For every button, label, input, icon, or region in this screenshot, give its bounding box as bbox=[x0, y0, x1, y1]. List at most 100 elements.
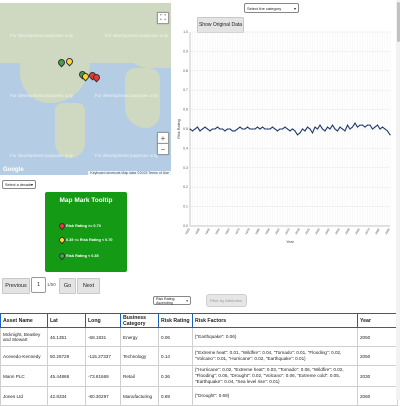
x-tick-label: 2050 bbox=[334, 227, 341, 235]
data-point bbox=[389, 134, 391, 136]
x-tick-label: 2018 bbox=[294, 227, 301, 235]
data-point bbox=[194, 128, 196, 130]
data-point bbox=[299, 132, 301, 134]
x-tick-label: 2074 bbox=[364, 227, 371, 235]
data-point bbox=[211, 128, 214, 130]
data-point bbox=[386, 130, 389, 132]
table-cell: Jones Ltd bbox=[0, 386, 48, 406]
go-button[interactable]: Go bbox=[59, 278, 76, 294]
data-point bbox=[296, 134, 299, 136]
data-point bbox=[356, 126, 359, 128]
y-tick-label: 0.1 bbox=[183, 205, 188, 209]
data-point bbox=[196, 126, 199, 128]
table-cell: -115.27337 bbox=[85, 346, 121, 366]
zoom-out-button[interactable]: − bbox=[157, 143, 169, 155]
next-button[interactable]: Next bbox=[77, 278, 100, 294]
sort-select[interactable]: Risk Rating: Ascending ▾ bbox=[153, 296, 191, 305]
data-point bbox=[234, 130, 236, 132]
y-tick-label: 0.6 bbox=[183, 108, 188, 112]
category-select[interactable]: Select the category ▾ bbox=[244, 3, 299, 13]
x-tick-label: 2034 bbox=[314, 227, 321, 235]
y-axis-label: Risk Rating bbox=[177, 119, 181, 138]
page-count: 1/50 bbox=[47, 282, 56, 287]
map-marker-icon[interactable] bbox=[91, 72, 102, 83]
table-cell: 0.69 bbox=[158, 386, 193, 406]
map-dev-text: For development purposes only bbox=[105, 33, 169, 38]
data-point bbox=[219, 128, 221, 130]
data-point bbox=[329, 128, 331, 130]
data-point bbox=[384, 128, 386, 130]
category-select-label: Select the category bbox=[247, 5, 282, 11]
scrollbar-thumb[interactable] bbox=[396, 2, 400, 42]
table-row[interactable]: Mcknight, Beasley and Stewart 46.1351 -6… bbox=[0, 327, 398, 347]
data-point bbox=[331, 124, 334, 126]
table-cell: Retail bbox=[120, 365, 159, 387]
map-view[interactable]: For development purposes only For develo… bbox=[0, 3, 171, 175]
decade-select[interactable]: Select a decade ▾ bbox=[2, 180, 36, 189]
table-cell: 2060 bbox=[357, 386, 398, 406]
data-point bbox=[224, 130, 226, 132]
page-scrollbar[interactable] bbox=[396, 0, 400, 400]
table-cell: 46.1351 bbox=[47, 327, 86, 347]
x-tick-label: 2066 bbox=[354, 227, 361, 235]
page-number-input[interactable]: 1 bbox=[31, 277, 46, 293]
table-row[interactable]: Mann PLC 45.44868 -73.81669 Retail 0.36 … bbox=[0, 365, 398, 387]
map-dev-text: For development purposes only bbox=[95, 93, 159, 98]
data-point bbox=[294, 130, 296, 132]
data-point bbox=[276, 130, 279, 132]
data-point bbox=[344, 130, 346, 132]
data-point bbox=[254, 128, 256, 130]
x-tick-label: 1930 bbox=[184, 227, 191, 235]
data-point bbox=[209, 130, 211, 132]
x-tick-label: 1994 bbox=[264, 227, 271, 235]
data-point bbox=[336, 130, 339, 132]
table-cell: -68.1831 bbox=[85, 327, 121, 347]
column-header[interactable]: Asset Name bbox=[0, 313, 48, 328]
data-point bbox=[199, 130, 201, 132]
data-point bbox=[214, 128, 216, 130]
y-tick-label: 0.2 bbox=[183, 185, 188, 189]
column-header[interactable]: Risk Factors bbox=[192, 313, 358, 328]
data-point bbox=[201, 128, 204, 130]
data-point bbox=[236, 128, 239, 130]
red-marker-icon bbox=[57, 221, 67, 231]
previous-button[interactable]: Previous bbox=[2, 278, 30, 294]
column-header[interactable]: Long bbox=[85, 313, 121, 328]
data-point bbox=[204, 126, 206, 128]
assets-table: Asset Name Lat Long Business Category Ri… bbox=[0, 313, 398, 406]
table-row[interactable]: Acevedo-Kennedy 50.26729 -115.27337 Tech… bbox=[0, 346, 398, 366]
map-land-south-america bbox=[55, 103, 85, 158]
data-point bbox=[349, 128, 351, 130]
data-point bbox=[279, 128, 281, 130]
column-header[interactable]: Business Category bbox=[120, 313, 159, 328]
data-point bbox=[301, 128, 304, 130]
data-point bbox=[369, 124, 371, 126]
filter-input[interactable]: Filter by Attributes bbox=[206, 294, 247, 307]
data-point bbox=[334, 128, 336, 130]
tooltip-row-medium: 0.35 <= Risk Rating < 0.70 bbox=[57, 235, 113, 245]
table-row[interactable]: Jones Ltd 42.8334 -80.30297 Manufacturin… bbox=[0, 386, 398, 406]
data-point bbox=[261, 126, 264, 128]
x-tick-label: 1986 bbox=[254, 227, 261, 235]
data-point bbox=[324, 130, 326, 132]
column-header[interactable]: Year bbox=[357, 313, 398, 328]
data-point bbox=[326, 126, 329, 128]
data-point bbox=[291, 128, 294, 130]
data-point bbox=[274, 128, 276, 130]
data-point bbox=[374, 126, 376, 128]
data-point bbox=[361, 124, 364, 126]
table-cell: 2030 bbox=[357, 365, 398, 387]
map-dev-text: For development purposes only bbox=[10, 153, 74, 158]
x-tick-label: 2042 bbox=[324, 227, 331, 235]
data-point bbox=[249, 128, 251, 130]
column-header[interactable]: Lat bbox=[47, 313, 86, 328]
data-point bbox=[379, 128, 381, 130]
sort-select-label: Risk Rating: Ascending bbox=[156, 296, 176, 305]
data-point bbox=[289, 130, 291, 132]
table-cell: 50.26729 bbox=[47, 346, 86, 366]
table-cell: 2050 bbox=[357, 327, 398, 347]
column-header[interactable]: Risk Rating bbox=[158, 313, 193, 328]
fullscreen-icon[interactable]: ⛶ bbox=[157, 12, 169, 24]
data-point bbox=[316, 128, 319, 130]
table-cell: -80.30297 bbox=[85, 386, 121, 406]
